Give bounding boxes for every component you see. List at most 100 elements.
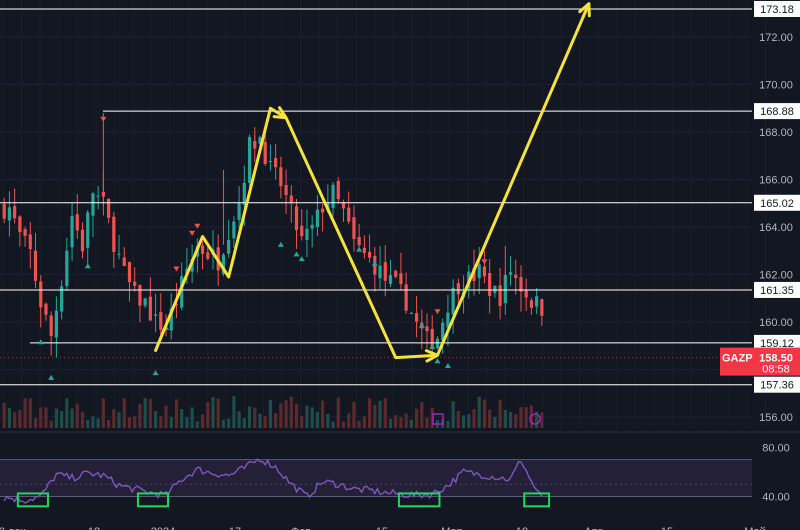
volume-bar [352,401,356,428]
candle-body [200,245,205,254]
volume-bar [284,400,288,428]
volume-bar [65,398,69,428]
volume-bar [399,416,403,428]
candle-body [253,141,257,149]
volume-bar [80,411,85,428]
time-axis-label: 18 [88,526,100,530]
candle-body [279,167,283,187]
level-label-text: 165.02 [760,198,794,210]
volume-bar [300,415,304,428]
volume-bar [211,397,215,428]
candle-body [70,216,74,248]
volume-bar [122,398,126,428]
level-label: 161.35 [754,281,800,298]
candle-body [508,272,513,275]
candle-body [143,298,147,306]
candle-body [378,265,382,279]
price-axis-label: 166.00 [759,175,793,187]
price-axis-label: 164.00 [759,222,793,234]
candle-body [23,229,27,236]
volume-bar [456,410,460,428]
candle-body [388,275,393,284]
candle-body [86,212,90,248]
volume-bar [368,398,372,428]
price-axis-label: 172.00 [759,32,793,44]
volume-bar [7,407,12,428]
volume-bar [185,417,189,428]
candle-body [107,198,111,218]
volume-bar [524,407,528,428]
last-price-tag: GAZP 158.50 08:58 [720,347,800,376]
candle-body [352,217,356,240]
volume-bar [169,416,173,428]
candle-body [305,228,309,240]
volume-bar [519,407,523,428]
volume-bar [420,401,424,428]
level-label-text: 173.18 [760,4,794,16]
volume-bar [174,399,179,428]
candle-body [127,262,132,283]
chart-background [0,0,800,530]
volume-bar [508,412,513,428]
volume-bar [75,403,79,428]
volume-bar [159,415,163,428]
volume-bar [138,403,142,428]
candle-body [514,274,518,279]
candle-body [310,224,314,229]
volume-bar [341,421,346,428]
candle-body [33,250,38,281]
volume-bar [467,414,471,428]
volume-bar [289,396,293,428]
candle-body [80,229,85,252]
volume-bar [409,419,413,428]
volume-bar [70,408,74,428]
candle-body [232,221,236,239]
candle-body [535,296,539,307]
volume-bar [44,407,48,428]
price-tag-countdown: 08:58 [762,364,790,376]
volume-bar [91,416,95,428]
candle-body [524,290,528,298]
volume-bar [461,415,466,428]
candle-body [148,296,152,321]
candle-body [321,208,325,213]
candle-body [2,204,6,219]
price-axis-label: 170.00 [759,80,793,92]
volume-bar [242,418,246,428]
volume-bar [96,418,100,428]
candle-body [247,137,252,183]
volume-bar [404,413,408,428]
level-label: 168.88 [754,103,800,120]
volume-bar [477,396,481,428]
candle-body [498,285,502,307]
volume-bar [446,420,450,428]
volume-bar [101,398,105,428]
volume-bar [326,414,330,428]
candle-body [133,281,137,286]
volume-bar [23,397,27,428]
candle-body [451,287,455,315]
volume-bar [2,403,6,428]
volume-bar [153,411,158,428]
level-label-text: 161.35 [760,285,794,297]
volume-bar [117,412,121,428]
candle-body [331,184,335,208]
candle-body [7,207,12,221]
candle-body [315,209,319,228]
candle-body [117,253,121,255]
candle-body [409,312,413,314]
candle-body [242,182,246,206]
volume-bar [498,399,502,428]
candle-body [519,276,523,292]
time-axis-label: Май [744,526,766,530]
volume-bar [221,419,226,428]
candle-body [122,257,126,267]
volume-bar [133,416,137,428]
candle-body [18,216,22,233]
volume-bar [362,416,366,428]
candle-body [91,193,95,216]
volume-bar [206,401,210,428]
trading-chart[interactable]: 173.18168.88165.02161.35159.12157.36 40.… [0,0,800,530]
price-axis-label: 160.00 [759,317,793,329]
volume-bar [60,410,64,428]
